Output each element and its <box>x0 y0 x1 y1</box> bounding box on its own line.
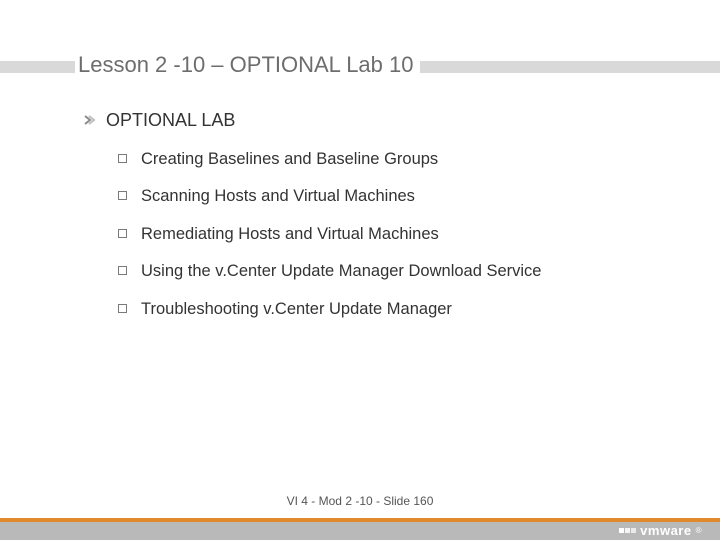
title-bar: Lesson 2 -10 – OPTIONAL Lab 10 <box>0 52 720 82</box>
list-item: Using the v.Center Update Manager Downlo… <box>118 261 680 282</box>
list-item: Remediating Hosts and Virtual Machines <box>118 224 680 245</box>
logo-text: vmware <box>640 523 691 538</box>
list-item-label: Creating Baselines and Baseline Groups <box>141 149 438 170</box>
list-item-label: Using the v.Center Update Manager Downlo… <box>141 261 542 282</box>
list-item: Scanning Hosts and Virtual Machines <box>118 186 680 207</box>
footer-gray-bar <box>0 522 720 540</box>
section-heading-row: OPTIONAL LAB <box>82 110 680 131</box>
footer-bar: vmware ® <box>0 518 720 540</box>
list-item: Creating Baselines and Baseline Groups <box>118 149 680 170</box>
square-bullet-icon <box>118 304 127 313</box>
list-item-label: Scanning Hosts and Virtual Machines <box>141 186 415 207</box>
square-bullet-icon <box>118 229 127 238</box>
list-item: Troubleshooting v.Center Update Manager <box>118 299 680 320</box>
list-item-label: Troubleshooting v.Center Update Manager <box>141 299 452 320</box>
content-area: OPTIONAL LAB Creating Baselines and Base… <box>82 110 680 336</box>
slide-title: Lesson 2 -10 – OPTIONAL Lab 10 <box>78 52 414 78</box>
chevron-icon <box>82 113 96 127</box>
square-bullet-icon <box>118 191 127 200</box>
section-heading: OPTIONAL LAB <box>106 110 235 131</box>
list-item-label: Remediating Hosts and Virtual Machines <box>141 224 439 245</box>
slide: Lesson 2 -10 – OPTIONAL Lab 10 OPTIONAL … <box>0 0 720 540</box>
title-stripe-right <box>420 61 720 73</box>
footer-text: VI 4 - Mod 2 -10 - Slide 160 <box>0 494 720 508</box>
square-bullet-icon <box>118 154 127 163</box>
bullet-list: Creating Baselines and Baseline Groups S… <box>118 149 680 320</box>
vmware-logo: vmware ® <box>619 523 702 538</box>
title-stripe-left <box>0 61 75 73</box>
logo-boxes-icon <box>619 528 636 533</box>
square-bullet-icon <box>118 266 127 275</box>
